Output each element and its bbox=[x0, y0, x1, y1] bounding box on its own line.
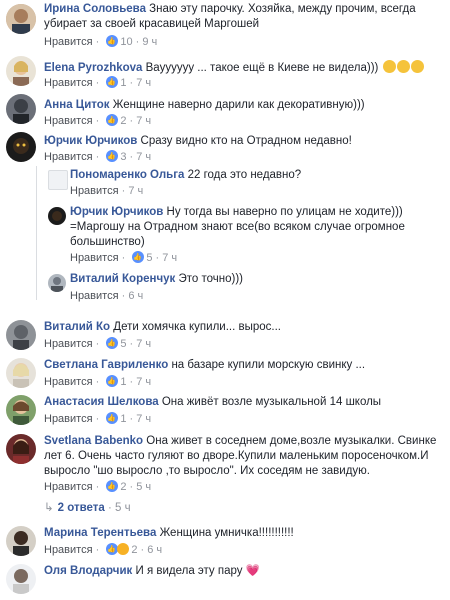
like-link[interactable]: Нравится bbox=[44, 413, 93, 425]
like-link[interactable]: Нравится bbox=[44, 481, 93, 493]
like-link[interactable]: Нравится bbox=[70, 185, 119, 197]
comment-text: Сразу видно кто на Отрадном недавно! bbox=[140, 135, 352, 147]
laughing-emoji-icon bbox=[382, 60, 396, 73]
comment-author[interactable]: Юрчик Юрчиков bbox=[44, 135, 137, 147]
avatar[interactable] bbox=[6, 320, 36, 350]
reply-text: 22 года это недавно? bbox=[187, 169, 302, 181]
like-link[interactable]: Нравится bbox=[44, 544, 93, 556]
like-link[interactable]: Нравится bbox=[44, 376, 93, 388]
avatar[interactable] bbox=[48, 207, 66, 225]
comment-time[interactable]: 7 ч bbox=[136, 376, 151, 388]
reaction-count[interactable]: 5 bbox=[146, 252, 152, 264]
like-reaction-icon bbox=[106, 114, 119, 128]
reaction-count[interactable]: 2 bbox=[120, 115, 126, 127]
comment-author[interactable]: Оля Влодарчик bbox=[44, 565, 132, 577]
like-reaction-icon bbox=[132, 251, 145, 265]
reaction-count[interactable]: 2 bbox=[131, 544, 137, 556]
heart-emoji-icon: 💗 bbox=[245, 565, 261, 577]
comment-author[interactable]: Виталий Ко bbox=[44, 321, 110, 333]
like-reaction-icon bbox=[106, 375, 119, 389]
like-reaction-icon bbox=[106, 76, 119, 90]
comment-time[interactable]: 9 ч bbox=[142, 36, 157, 48]
reply-time[interactable]: 7 ч bbox=[162, 252, 177, 264]
laughing-emoji-icon bbox=[396, 60, 410, 73]
reply-time[interactable]: 6 ч bbox=[128, 290, 143, 302]
reply-text: Это точно))) bbox=[178, 273, 243, 285]
like-reaction-icon bbox=[106, 412, 119, 426]
avatar[interactable] bbox=[6, 4, 36, 34]
like-link[interactable]: Нравится bbox=[44, 77, 93, 89]
laughing-emoji-icon bbox=[410, 60, 424, 73]
reaction-count[interactable]: 2 bbox=[120, 481, 126, 493]
like-reaction-icon bbox=[106, 480, 119, 494]
comment-text: Она живёт возле музыкальной 14 школы bbox=[161, 396, 382, 408]
avatar[interactable] bbox=[6, 564, 36, 594]
reaction-count[interactable]: 5 bbox=[120, 338, 126, 350]
like-link[interactable]: Нравится bbox=[44, 115, 93, 127]
reaction-count[interactable]: 3 bbox=[120, 151, 126, 163]
reply-time[interactable]: 7 ч bbox=[128, 185, 143, 197]
view-replies-link[interactable]: ↳ 2 ответа · 5 ч bbox=[44, 500, 131, 514]
comment-time[interactable]: 7 ч bbox=[136, 77, 151, 89]
comment-text: на базаре купили морскую свинку ... bbox=[171, 359, 366, 371]
avatar[interactable] bbox=[6, 526, 36, 556]
comment-author[interactable]: Ирина Соловьева bbox=[44, 3, 146, 15]
replies-time: 5 ч bbox=[115, 502, 131, 514]
like-reaction-icon bbox=[106, 150, 119, 164]
reply-author[interactable]: Виталий Коренчук bbox=[70, 273, 175, 285]
comment-author[interactable]: Марина Терентьева bbox=[44, 527, 156, 539]
reply-thread-line bbox=[36, 166, 37, 300]
comment-text: Женщина умничка!!!!!!!!!!! bbox=[159, 527, 294, 539]
comment-author[interactable]: Анастасия Шелкова bbox=[44, 396, 159, 408]
avatar[interactable] bbox=[48, 170, 68, 190]
reaction-count[interactable]: 1 bbox=[120, 77, 126, 89]
comment-time[interactable]: 6 ч bbox=[147, 544, 162, 556]
avatar[interactable] bbox=[6, 358, 36, 388]
avatar[interactable] bbox=[6, 132, 36, 162]
avatar[interactable] bbox=[6, 434, 36, 464]
comment-author[interactable]: Анна Циток bbox=[44, 99, 110, 111]
reaction-count[interactable]: 1 bbox=[120, 413, 126, 425]
comment-text: Женщине наверно дарили как декоративную)… bbox=[112, 99, 365, 111]
comment-author[interactable]: Elena Pyrozhkova bbox=[44, 62, 142, 74]
comment-author[interactable]: Светлана Гавриленко bbox=[44, 359, 168, 371]
comment-text: И я видела эту пару bbox=[135, 565, 243, 577]
like-link[interactable]: Нравится bbox=[44, 338, 93, 350]
comment-time[interactable]: 5 ч bbox=[136, 481, 151, 493]
comment-author[interactable]: Svetlana Babenko bbox=[44, 435, 143, 447]
avatar[interactable] bbox=[6, 56, 36, 86]
like-link[interactable]: Нравится bbox=[70, 290, 119, 302]
comment-time[interactable]: 7 ч bbox=[136, 338, 151, 350]
avatar[interactable] bbox=[48, 274, 66, 292]
like-reaction-icon bbox=[106, 35, 119, 49]
avatar[interactable] bbox=[6, 395, 36, 425]
comment-time[interactable]: 7 ч bbox=[136, 413, 151, 425]
wow-reaction-icon bbox=[117, 543, 130, 555]
reply-arrow-icon: ↳ bbox=[44, 502, 54, 514]
reaction-count[interactable]: 10 bbox=[120, 36, 132, 48]
like-link[interactable]: Нравится bbox=[70, 252, 119, 264]
like-reaction-icon bbox=[106, 337, 119, 351]
like-link[interactable]: Нравится bbox=[44, 151, 93, 163]
comment-time[interactable]: 7 ч bbox=[136, 151, 151, 163]
reply-author[interactable]: Юрчик Юрчиков bbox=[70, 206, 163, 218]
comment-text: Вауууууу ... такое ещё в Киеве не видела… bbox=[145, 62, 379, 74]
comment-time[interactable]: 7 ч bbox=[136, 115, 151, 127]
reaction-count[interactable]: 1 bbox=[120, 376, 126, 388]
avatar[interactable] bbox=[6, 94, 36, 124]
reply-author[interactable]: Пономаренко Ольга bbox=[70, 169, 184, 181]
comment-text: Дети хомячка купили... вырос... bbox=[113, 321, 281, 333]
like-link[interactable]: Нравится bbox=[44, 36, 93, 48]
